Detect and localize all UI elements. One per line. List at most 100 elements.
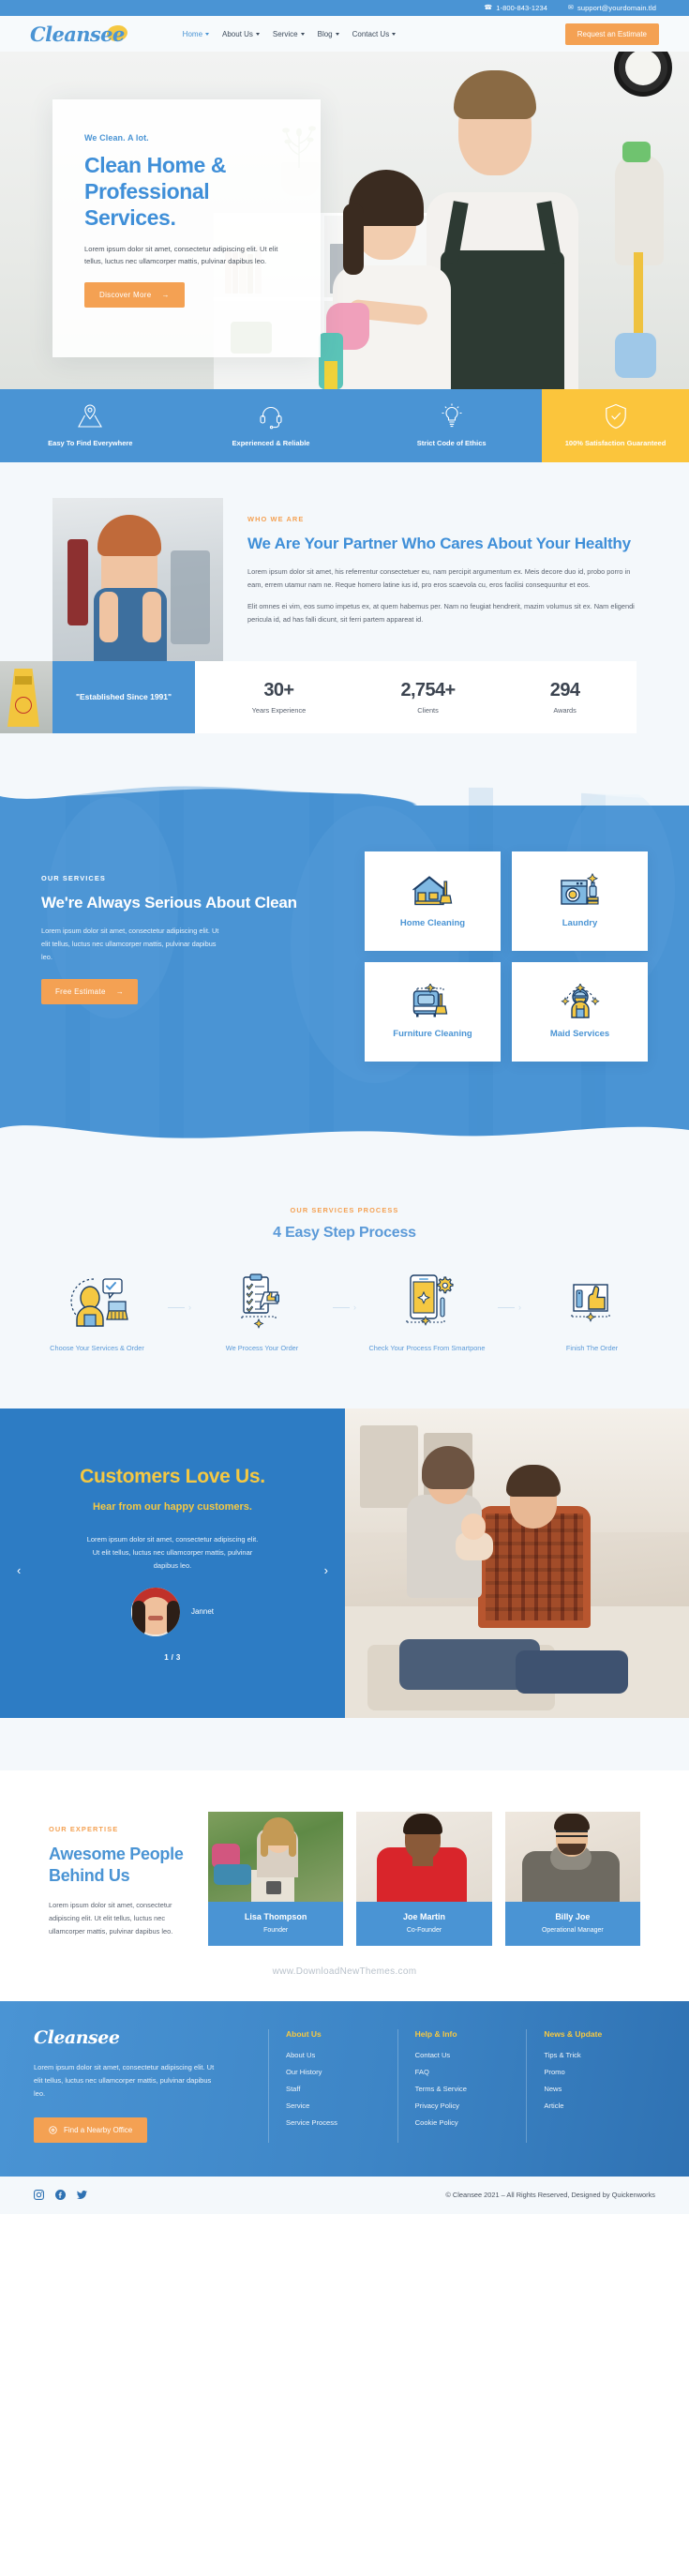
chevron-down-icon bbox=[205, 32, 210, 36]
phone-icon: ☎ bbox=[484, 5, 493, 11]
discover-more-button[interactable]: Discover More → bbox=[84, 281, 185, 308]
chevron-down-icon bbox=[255, 32, 260, 36]
feature-strict-code-ethics[interactable]: Strict Code of Ethics bbox=[361, 389, 542, 462]
feature-satisfaction-guaranteed[interactable]: 100% Satisfaction Guaranteed bbox=[542, 389, 689, 462]
testimonial-avatar bbox=[130, 1587, 180, 1636]
email-item[interactable]: ✉ support@yourdomain.tld bbox=[568, 4, 656, 12]
footer-link[interactable]: Privacy Policy bbox=[415, 2101, 527, 2110]
facebook-icon[interactable] bbox=[55, 2190, 66, 2201]
site-footer: Cleansee Lorem ipsum dolor sit amet, con… bbox=[0, 2000, 689, 2177]
hero-description: Lorem ipsum dolor sit amet, consectetur … bbox=[84, 245, 278, 266]
services-grid: Home Cleaning Laundry Furniture Cleaning… bbox=[365, 851, 648, 1062]
testimonial-author: Jannet bbox=[190, 1607, 215, 1617]
footer-link[interactable]: Our History bbox=[286, 2068, 397, 2076]
stat-number: 30+ bbox=[263, 680, 294, 700]
footer-link[interactable]: Service bbox=[286, 2101, 397, 2110]
stat-awards: 294 Awards bbox=[550, 680, 580, 715]
service-card-maid-services[interactable]: Maid Services bbox=[512, 962, 648, 1062]
testimonial-next-button[interactable]: › bbox=[324, 1563, 328, 1577]
sub-footer: © Cleansee 2021 – All Rights Reserved, D… bbox=[0, 2176, 689, 2214]
team-member-name: Lisa Thompson bbox=[244, 1911, 307, 1921]
footer-link[interactable]: Service Process bbox=[286, 2118, 397, 2127]
main-nav: Home About Us Service Blog Contact Us bbox=[183, 30, 397, 38]
footer-logo[interactable]: Cleansee bbox=[34, 2028, 124, 2047]
nav-item-contact-us[interactable]: Contact Us bbox=[352, 30, 397, 38]
hero-card: We Clean. A lot. Clean Home & Profession… bbox=[52, 99, 321, 357]
footer-link[interactable]: News bbox=[544, 2085, 655, 2093]
footer-link[interactable]: Tips & Trick bbox=[544, 2051, 655, 2059]
footer-link[interactable]: Staff bbox=[286, 2085, 397, 2093]
sofa-broom-icon bbox=[412, 983, 447, 1017]
team-member-name: Joe Martin bbox=[402, 1911, 445, 1921]
feature-easy-to-find[interactable]: Easy To Find Everywhere bbox=[0, 389, 181, 462]
smartphone-gear-icon bbox=[405, 1274, 454, 1326]
man-overalls bbox=[441, 250, 564, 389]
free-estimate-button[interactable]: Free Estimate → bbox=[41, 978, 139, 1004]
nav-label: Blog bbox=[317, 29, 333, 38]
nav-label: Home bbox=[182, 29, 203, 38]
request-estimate-button[interactable]: Request an Estimate bbox=[564, 23, 659, 45]
process-step-4[interactable]: Finish The Order bbox=[527, 1273, 658, 1354]
nav-item-service[interactable]: Service bbox=[273, 30, 305, 38]
wave-divider-top bbox=[0, 778, 689, 799]
footer-column-title: News & Update bbox=[544, 2028, 603, 2039]
find-nearby-office-label: Find a Nearby Office bbox=[64, 2125, 133, 2134]
twitter-icon[interactable] bbox=[77, 2190, 87, 2200]
service-card-furniture-cleaning[interactable]: Furniture Cleaning bbox=[365, 962, 501, 1062]
services-description: Lorem ipsum dolor sit amet, consectetur … bbox=[41, 926, 219, 961]
team-card-lisa-thompson[interactable]: Lisa Thompson Founder bbox=[208, 1811, 344, 1946]
process-step-3[interactable]: Check Your Process From Smartpone bbox=[362, 1273, 493, 1354]
team-photo bbox=[208, 1811, 344, 1902]
process-steps: Choose Your Services & Order › We Proces… bbox=[0, 1273, 689, 1354]
process-step-1[interactable]: Choose Your Services & Order bbox=[32, 1273, 163, 1354]
footer-link[interactable]: Article bbox=[544, 2101, 655, 2110]
about-section: WHO WE ARE We Are Your Partner Who Cares… bbox=[0, 462, 689, 778]
maid-icon bbox=[560, 983, 600, 1018]
footer-link[interactable]: FAQ bbox=[415, 2068, 527, 2076]
testimonial-counter: 1 / 3 bbox=[164, 1652, 181, 1662]
phone-number: 1-800-843-1234 bbox=[496, 4, 547, 12]
service-card-title: Maid Services bbox=[549, 1028, 610, 1039]
team-card-billy-joe[interactable]: Billy Joe Operational Manager bbox=[504, 1811, 640, 1946]
hero-kicker: We Clean. A lot. bbox=[84, 133, 149, 143]
nav-item-home[interactable]: Home bbox=[182, 29, 210, 38]
footer-column-news-update: News & Update Tips & Trick Promo News Ar… bbox=[526, 2028, 655, 2143]
person-choose-icon bbox=[69, 1278, 128, 1327]
footer-link[interactable]: Promo bbox=[544, 2068, 655, 2076]
hero-title: Clean Home & Professional Services. bbox=[84, 153, 227, 231]
process-step-2[interactable]: We Process Your Order bbox=[197, 1273, 328, 1354]
footer-link[interactable]: Contact Us bbox=[415, 2051, 527, 2059]
chevron-right-icon: › bbox=[518, 1303, 521, 1312]
footer-link[interactable]: Terms & Service bbox=[415, 2085, 527, 2093]
service-card-home-cleaning[interactable]: Home Cleaning bbox=[365, 851, 501, 951]
footer-link[interactable]: About Us bbox=[286, 2051, 397, 2059]
feature-experienced-reliable[interactable]: Experienced & Reliable bbox=[181, 389, 362, 462]
team-card-joe-martin[interactable]: Joe Martin Co-Founder bbox=[356, 1811, 492, 1946]
lightbulb-icon bbox=[442, 403, 462, 428]
mop-head-icon bbox=[615, 155, 664, 265]
instagram-icon[interactable] bbox=[34, 2190, 44, 2201]
copyright-text: © Cleansee 2021 – All Rights Reserved, D… bbox=[445, 2191, 655, 2200]
chevron-down-icon bbox=[392, 32, 397, 36]
phone-item[interactable]: ☎ 1-800-843-1234 bbox=[484, 4, 547, 12]
footer-column-title: About Us bbox=[286, 2028, 322, 2039]
shield-check-icon bbox=[605, 404, 626, 429]
process-kicker: OUR SERVICES PROCESS bbox=[290, 1206, 399, 1214]
testimonial-prev-button[interactable]: ‹ bbox=[17, 1563, 21, 1577]
process-step-label: Finish The Order bbox=[565, 1344, 619, 1352]
nav-item-blog[interactable]: Blog bbox=[318, 30, 339, 38]
about-title: We Are Your Partner Who Cares About Your… bbox=[247, 535, 631, 552]
find-nearby-office-button[interactable]: Find a Nearby Office bbox=[34, 2117, 148, 2143]
service-card-laundry[interactable]: Laundry bbox=[512, 851, 648, 951]
arrow-right-icon: → bbox=[115, 987, 125, 996]
chevron-down-icon bbox=[335, 32, 339, 36]
nav-item-about-us[interactable]: About Us bbox=[222, 30, 260, 38]
footer-column-title: Help & Info bbox=[414, 2028, 457, 2039]
feature-label: Easy To Find Everywhere bbox=[48, 439, 133, 448]
established-badge: "Established Since 1991" bbox=[52, 661, 195, 733]
team-photo bbox=[504, 1811, 640, 1902]
nav-label: About Us bbox=[222, 29, 253, 38]
map-pin-icon bbox=[78, 404, 103, 428]
brand-logo[interactable]: Cleansee bbox=[30, 23, 128, 44]
footer-link[interactable]: Cookie Policy bbox=[415, 2118, 527, 2127]
